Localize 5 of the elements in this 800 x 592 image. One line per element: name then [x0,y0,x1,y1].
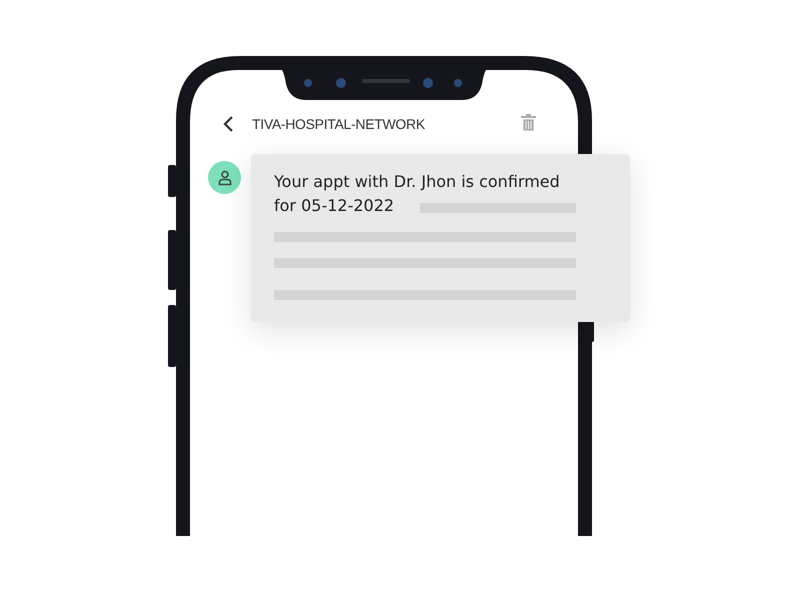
message-text: Your appt with Dr. Jhon is confirmed [274,172,560,191]
message-text: for 05-12-2022 [274,195,394,217]
conversation-title: TIVA-HOSPITAL-NETWORK [252,115,425,133]
back-icon[interactable] [221,115,235,133]
person-icon [218,170,232,186]
